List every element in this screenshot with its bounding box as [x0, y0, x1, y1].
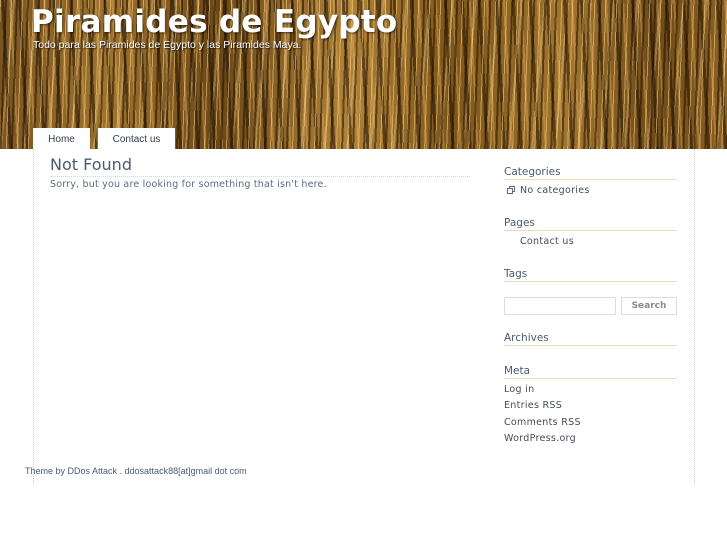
- footer-credit: Theme by DDos Attack . ddosattack88[at]g…: [25, 466, 247, 476]
- meta-link-entries-rss[interactable]: Entries RSS: [504, 400, 562, 411]
- widget-title-meta: Meta: [504, 365, 677, 379]
- search-button[interactable]: Search: [621, 297, 677, 315]
- page-title: Not Found: [50, 155, 132, 174]
- search-input[interactable]: [504, 297, 616, 315]
- no-categories-text: No categories: [520, 185, 590, 196]
- widget-title-pages: Pages: [504, 217, 677, 231]
- not-found-message: Sorry, but you are looking for something…: [50, 179, 327, 190]
- page: Piramides de Egypto Todo para las Pirami…: [0, 0, 727, 545]
- site-title[interactable]: Piramides de Egypto: [31, 4, 398, 40]
- nav-tab-contact-us[interactable]: Contact us: [98, 128, 175, 149]
- pages-item-contact-us[interactable]: Contact us: [520, 236, 574, 247]
- title-divider: [50, 176, 470, 177]
- meta-link-log-in[interactable]: Log in: [504, 384, 534, 395]
- site-description: Todo para las Piramides de Egypto y las …: [33, 39, 302, 51]
- widget-title-archives: Archives: [504, 332, 677, 346]
- nav-tab-home[interactable]: Home: [33, 128, 90, 149]
- category-icon: [507, 186, 515, 194]
- widget-title-categories: Categories: [504, 166, 677, 180]
- header-banner: Piramides de Egypto Todo para las Pirami…: [0, 0, 727, 149]
- meta-link-wordpress-org[interactable]: WordPress.org: [504, 433, 576, 444]
- meta-link-comments-rss[interactable]: Comments RSS: [504, 417, 581, 428]
- widget-title-tags: Tags: [504, 268, 677, 282]
- content-frame: [33, 149, 695, 485]
